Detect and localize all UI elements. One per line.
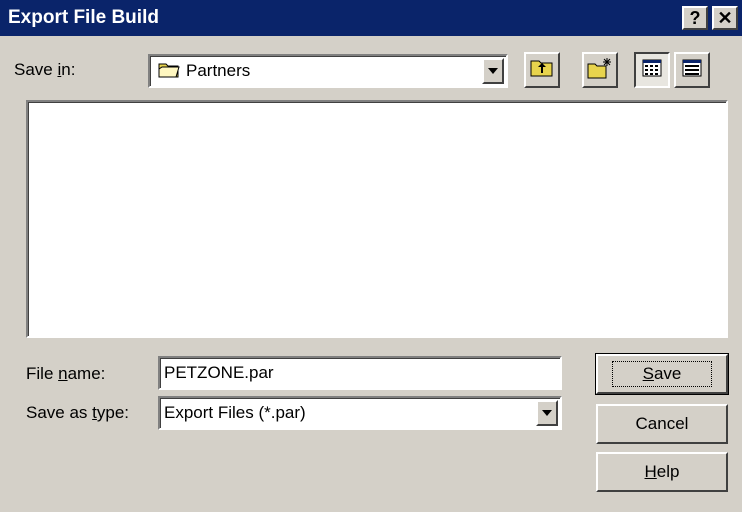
chevron-down-icon [542, 410, 552, 416]
question-mark-icon: ? [689, 7, 701, 28]
list-view-icon [642, 59, 662, 82]
up-one-level-icon [530, 58, 554, 83]
title-bar: Export File Build [0, 0, 742, 36]
close-button[interactable]: ✕ [712, 6, 738, 30]
create-new-folder-icon [587, 57, 613, 84]
file-list[interactable] [26, 100, 728, 338]
save-button-label: Save [611, 361, 713, 387]
save-in-dropdown-arrow[interactable] [482, 58, 504, 84]
close-icon: ✕ [717, 7, 733, 28]
help-button-label: Help [644, 462, 680, 481]
details-view-button[interactable] [674, 52, 710, 88]
file-name-input[interactable]: PETZONE.par [158, 356, 562, 390]
window-title: Export File Build [8, 7, 159, 28]
file-name-value: PETZONE.par [164, 363, 274, 382]
up-one-level-button[interactable] [524, 52, 560, 88]
folder-icon [158, 61, 180, 84]
save-as-type-dropdown-arrow[interactable] [536, 400, 558, 426]
chevron-down-icon [488, 68, 498, 74]
save-as-type-label: Save as type: [26, 403, 130, 422]
save-as-type-dropdown[interactable]: Export Files (*.par) [158, 396, 562, 430]
details-view-icon [682, 59, 702, 82]
save-button[interactable]: Save [595, 353, 729, 395]
save-as-type-value: Export Files (*.par) [164, 403, 306, 422]
file-name-label: File name: [26, 364, 106, 383]
save-in-value: Partners [186, 61, 251, 80]
cancel-button-label: Cancel [635, 414, 689, 433]
cancel-button[interactable]: Cancel [596, 404, 728, 444]
help-button[interactable]: Help [596, 452, 728, 492]
list-view-button[interactable] [634, 52, 670, 88]
save-in-label: Save in: [14, 60, 76, 79]
help-title-button[interactable]: ? [682, 6, 708, 30]
save-in-dropdown[interactable]: Partners [148, 54, 508, 88]
create-new-folder-button[interactable] [582, 52, 618, 88]
